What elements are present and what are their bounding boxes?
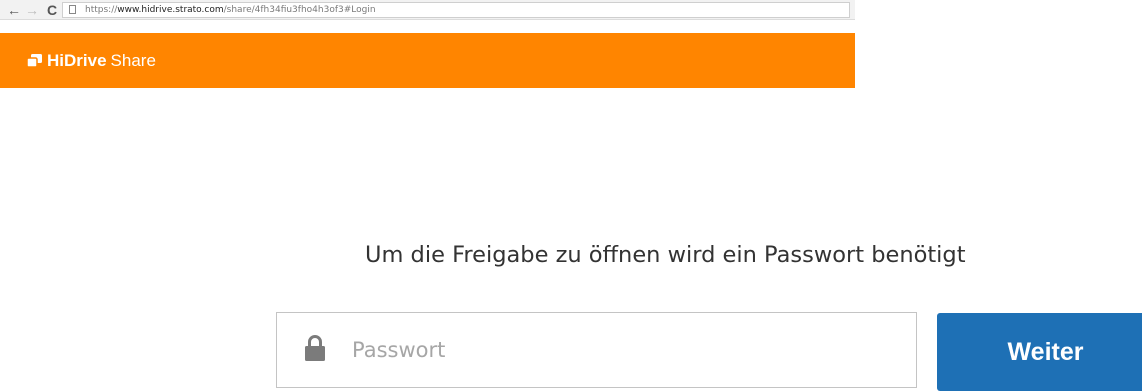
brand-name: HiDrive [47, 51, 107, 70]
forward-arrow-icon[interactable]: → [24, 1, 40, 19]
address-bar[interactable]: https://www.hidrive.strato.com/share/4fh… [62, 2, 850, 18]
url-path: /share/4fh34fiu3fho4h3of3#Login [223, 5, 376, 15]
url-host: www.hidrive.strato.com [117, 5, 224, 15]
password-prompt: Um die Freigabe zu öffnen wird ein Passw… [365, 242, 966, 268]
brand-title[interactable]: HiDrive Share [47, 50, 156, 72]
continue-button[interactable]: Weiter [937, 313, 1142, 391]
brand-product: Share [110, 51, 156, 70]
password-input[interactable] [352, 331, 892, 369]
password-field[interactable] [276, 312, 917, 388]
app-header: HiDrive Share [0, 33, 855, 88]
url-scheme: https:// [85, 5, 118, 15]
back-arrow-icon[interactable]: ← [6, 1, 22, 19]
browser-toolbar: ← → C https://www.hidrive.strato.com/sha… [0, 0, 855, 20]
lock-icon [305, 335, 325, 361]
page-icon [69, 5, 76, 14]
hidrive-logo-icon [27, 54, 42, 68]
reload-icon[interactable]: C [44, 1, 60, 19]
